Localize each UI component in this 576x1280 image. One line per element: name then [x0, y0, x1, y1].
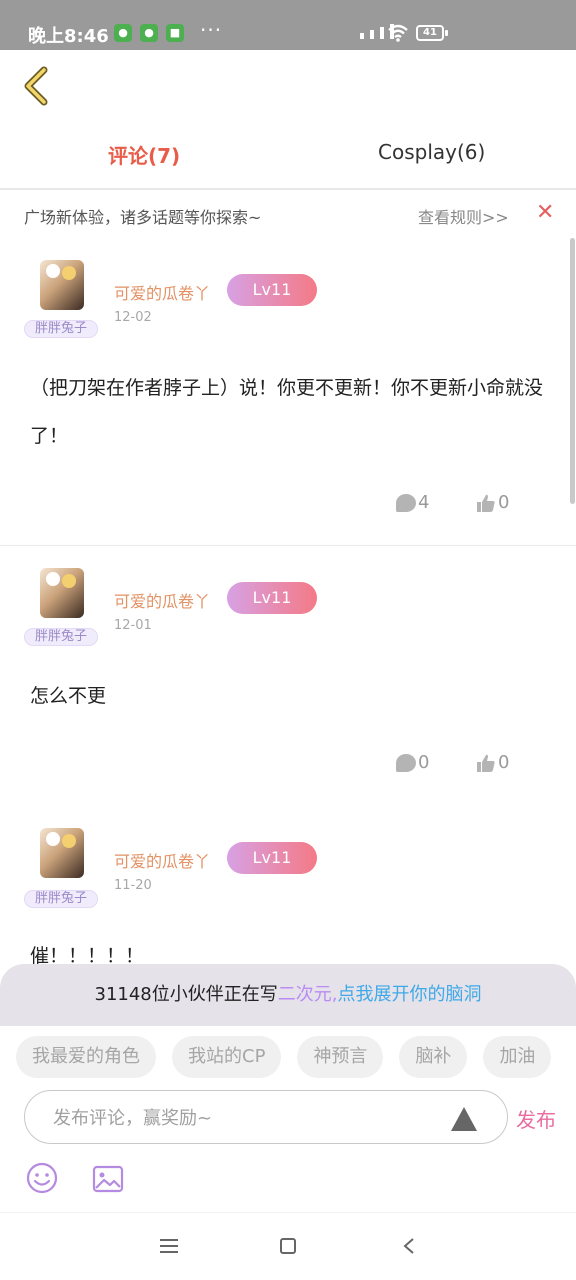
like-count: 0	[498, 492, 510, 513]
comment-input[interactable]	[53, 1103, 433, 1133]
triangle-up-icon[interactable]	[449, 1105, 479, 1133]
notice-text: 广场新体验，诸多话题等你探索~	[24, 208, 262, 227]
comment-date: 12-02	[114, 310, 152, 325]
topic-chip[interactable]: 我站的CP	[172, 1036, 282, 1078]
comment-item: 胖胖兔子 可爱的瓜卷丫 Lv11 12-02 （把刀架在作者脖子上）说！你更不更…	[0, 238, 576, 546]
comment-date: 12-01	[114, 618, 152, 633]
like-count: 0	[498, 752, 510, 773]
like-button[interactable]: 0	[476, 492, 509, 513]
topic-chip[interactable]: 神预言	[297, 1036, 384, 1078]
menu-icon[interactable]	[160, 1239, 178, 1253]
publish-button[interactable]: 发布	[516, 1104, 556, 1133]
thumbs-up-icon	[477, 494, 495, 512]
notification-icons: ● ● ■	[114, 24, 184, 42]
image-icon[interactable]	[92, 1164, 124, 1194]
notice-bar: 广场新体验，诸多话题等你探索~ 查看规则>> ✕	[0, 192, 576, 238]
level-badge: Lv11	[227, 274, 317, 306]
reply-button[interactable]: 4	[396, 492, 429, 513]
avatar[interactable]	[40, 828, 84, 878]
nav-back-icon[interactable]	[402, 1237, 416, 1255]
topic-chips: 我最爱的角色 我站的CP 神预言 脑补 加油	[16, 1036, 576, 1078]
promo-highlight-text: 二次元,	[277, 984, 338, 1005]
tab-bar: 评论(7) Cosplay(6)	[0, 122, 576, 190]
topic-chip[interactable]: 脑补	[399, 1036, 468, 1078]
avatar[interactable]	[40, 568, 84, 618]
comment-item: 胖胖兔子 可爱的瓜卷丫 Lv11 12-01 怎么不更 0 0	[0, 546, 576, 806]
thumbs-up-icon	[477, 754, 495, 772]
topic-chip[interactable]: 加油	[483, 1036, 552, 1078]
comment-date: 11-20	[114, 878, 152, 893]
status-time: 晚上8:46	[28, 26, 109, 47]
avatar-pendant: 胖胖兔子	[24, 628, 98, 646]
more-notifications-icon: ···	[200, 18, 223, 42]
reply-count: 0	[418, 752, 430, 773]
home-icon[interactable]	[280, 1238, 296, 1254]
view-rules-link[interactable]: 查看规则>>	[418, 204, 509, 228]
system-nav-bar	[0, 1212, 576, 1280]
back-icon[interactable]	[18, 64, 58, 108]
wechat-icon: ●	[114, 24, 132, 42]
reply-count: 4	[418, 492, 430, 513]
level-badge: Lv11	[227, 842, 317, 874]
tab-comments[interactable]: 评论(7)	[108, 140, 180, 169]
comment-text: （把刀架在作者脖子上）说！你更不更新！你不更新小命就没了！	[30, 377, 544, 447]
promo-banner[interactable]: 31148位小伙伴正在写二次元,点我展开你的脑洞	[0, 964, 576, 1026]
level-badge: Lv11	[227, 582, 317, 614]
emoji-icon[interactable]	[26, 1162, 58, 1194]
comment-bubble-icon	[396, 753, 416, 772]
comment-item: 胖胖兔子 可爱的瓜卷丫 Lv11 11-20 催！！！！！	[0, 806, 576, 967]
wifi-icon	[388, 24, 408, 42]
comment-text: 怎么不更	[30, 685, 107, 707]
avatar-pendant: 胖胖兔子	[24, 890, 98, 908]
username[interactable]: 可爱的瓜卷丫	[114, 848, 210, 872]
comment-input-box	[24, 1090, 508, 1144]
comment-bubble-icon	[396, 493, 416, 512]
reply-button[interactable]: 0	[396, 752, 429, 773]
topic-chip[interactable]: 我最爱的角色	[16, 1036, 156, 1078]
username[interactable]: 可爱的瓜卷丫	[114, 280, 210, 304]
like-button[interactable]: 0	[476, 752, 509, 773]
close-icon[interactable]: ✕	[536, 200, 554, 225]
wechat-icon: ●	[140, 24, 158, 42]
promo-link-text: 点我展开你的脑洞	[337, 984, 482, 1005]
status-bar: 晚上8:46 ● ● ■ ··· 41	[0, 0, 576, 50]
username[interactable]: 可爱的瓜卷丫	[114, 588, 210, 612]
avatar[interactable]	[40, 260, 84, 310]
header	[0, 50, 576, 122]
shield-icon: ■	[166, 24, 184, 42]
promo-count-text: 31148位小伙伴正在写	[94, 984, 278, 1005]
tab-cosplay[interactable]: Cosplay(6)	[378, 140, 485, 164]
avatar-pendant: 胖胖兔子	[24, 320, 98, 338]
battery-icon: 41	[416, 25, 448, 41]
